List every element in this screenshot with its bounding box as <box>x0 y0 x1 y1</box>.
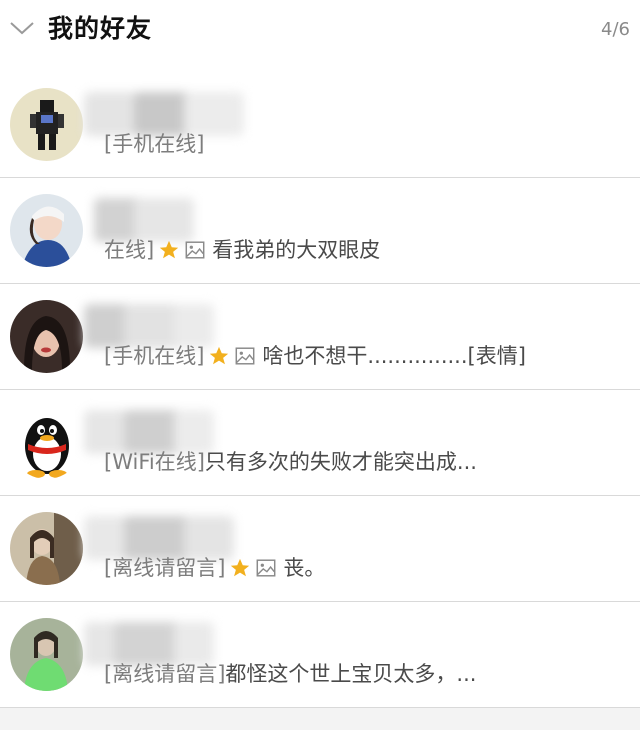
latest-message: 啥也不想干...............[表情] <box>262 344 526 368</box>
latest-message: 只有多次的失败才能突出成... <box>204 450 477 474</box>
friend-row[interactable]: [离线请留言]都怪这个世上宝贝太多，... <box>0 602 640 708</box>
friend-list: [手机在线] 在线] 看我弟的大双眼皮 [手机在线] 啥也不想干........… <box>0 72 640 708</box>
online-status: 在线] <box>104 238 155 262</box>
friend-status-line: [离线请留言] 丧。 <box>104 553 325 583</box>
latest-message: 都怪这个世上宝贝太多，... <box>225 662 477 686</box>
chevron-down-icon <box>10 22 34 35</box>
group-title: 我的好友 <box>48 14 153 43</box>
friend-row[interactable]: [WiFi在线]只有多次的失败才能突出成... <box>0 390 640 496</box>
online-status: [离线请留言] <box>104 662 226 686</box>
friend-row[interactable]: [手机在线] 啥也不想干...............[表情] <box>0 284 640 390</box>
avatar <box>10 618 83 691</box>
latest-message: 看我弟的大双眼皮 <box>212 238 381 262</box>
friend-status-line: 在线] 看我弟的大双眼皮 <box>104 235 380 265</box>
avatar <box>10 194 83 267</box>
friend-status-line: [手机在线] <box>104 129 204 159</box>
avatar <box>10 406 83 479</box>
online-status: [手机在线] <box>104 344 205 368</box>
friend-group-header[interactable]: 我的好友 4/6 <box>0 0 640 62</box>
online-status: [WiFi在线] <box>104 450 205 474</box>
online-status: [手机在线] <box>104 132 205 156</box>
friend-row[interactable]: 在线] 看我弟的大双眼皮 <box>0 178 640 284</box>
friend-status-line: [离线请留言]都怪这个世上宝贝太多，... <box>104 659 476 689</box>
friend-status-line: [手机在线] 啥也不想干...............[表情] <box>104 341 526 371</box>
avatar <box>10 88 83 161</box>
online-count: 4/6 <box>601 19 630 40</box>
star-icon <box>231 558 250 577</box>
star-icon <box>210 346 229 365</box>
star-icon <box>160 240 179 259</box>
image-icon <box>235 347 255 365</box>
image-icon <box>185 241 205 259</box>
list-bottom-spacer <box>0 708 640 730</box>
avatar <box>10 512 83 585</box>
friend-row[interactable]: [离线请留言] 丧。 <box>0 496 640 602</box>
avatar <box>10 300 83 373</box>
friend-row[interactable]: [手机在线] <box>0 72 640 178</box>
online-status: [离线请留言] <box>104 556 226 580</box>
image-icon <box>256 559 276 577</box>
qq-penguin-icon <box>10 406 83 479</box>
latest-message: 丧。 <box>283 556 326 580</box>
friend-status-line: [WiFi在线]只有多次的失败才能突出成... <box>104 447 477 477</box>
